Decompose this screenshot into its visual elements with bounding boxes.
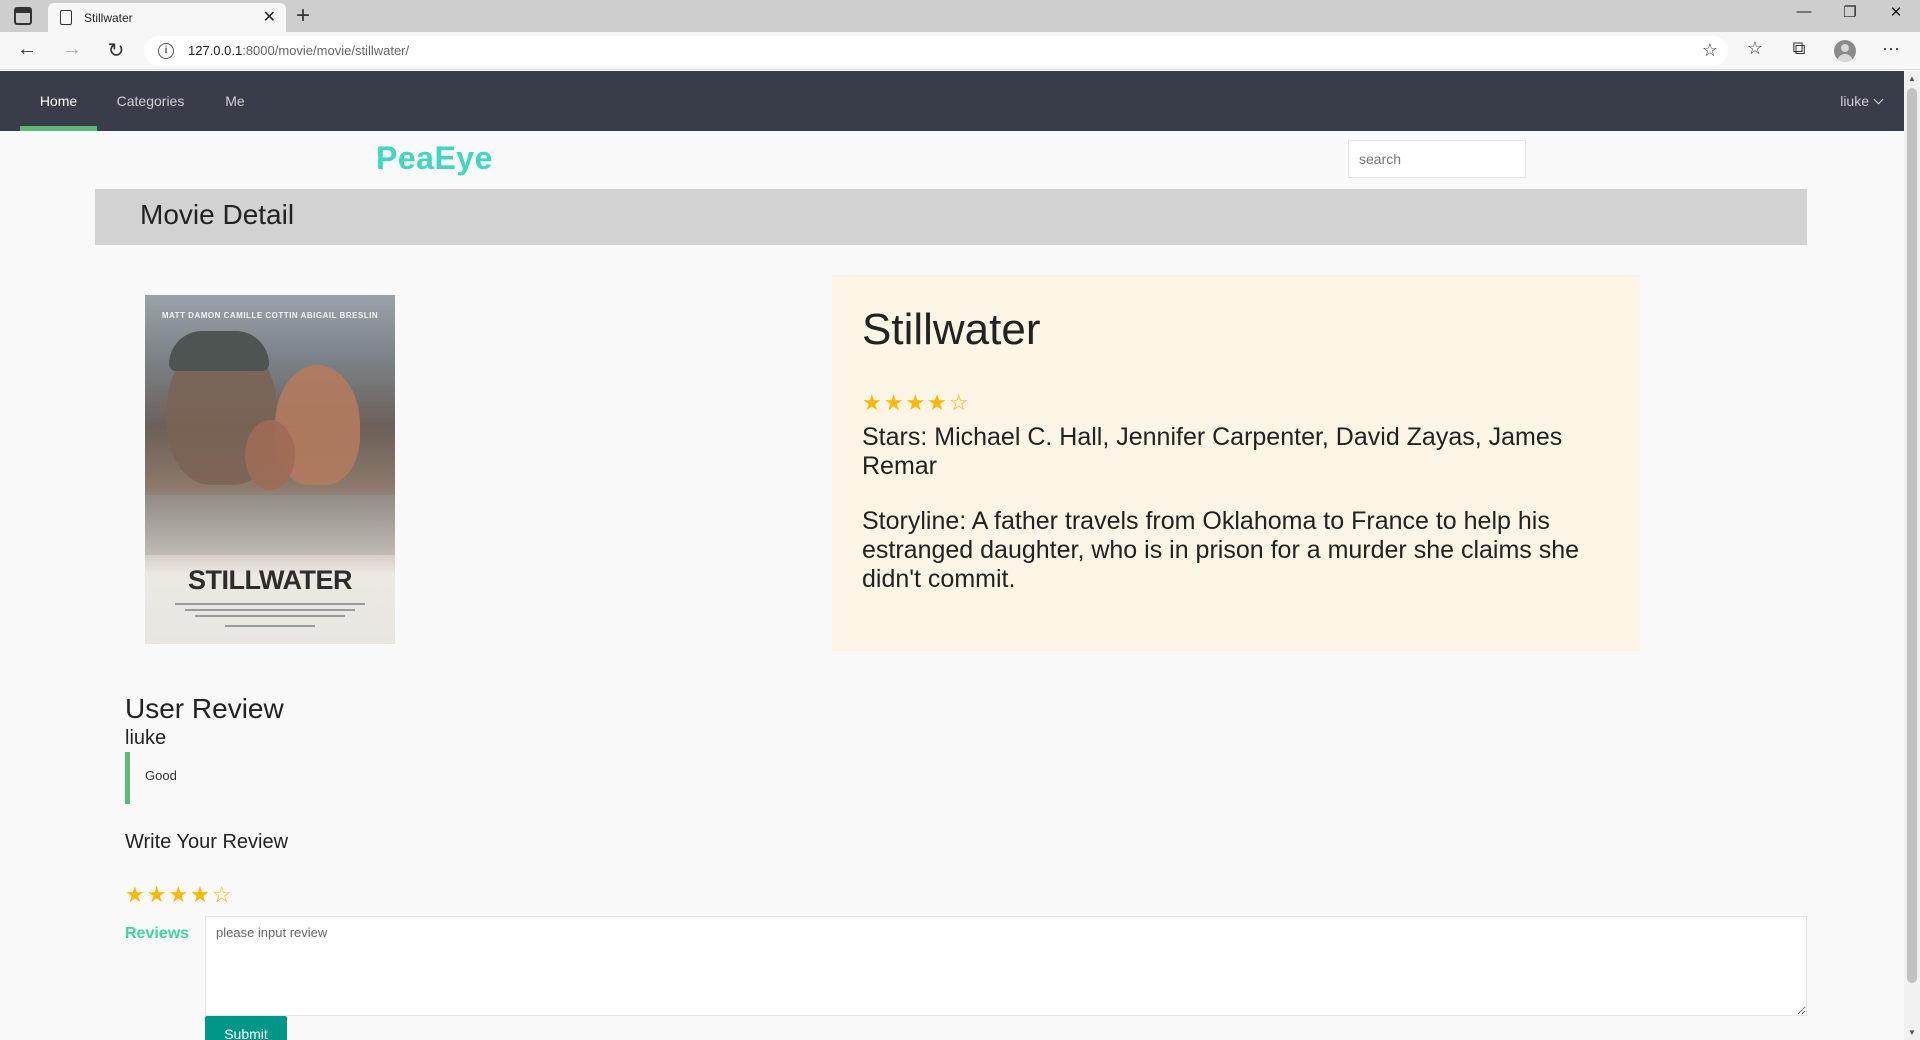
site-navbar: Home Categories Me liuke [0, 71, 1904, 131]
profile-avatar[interactable] [1834, 40, 1856, 62]
collections-icon[interactable]: ⧉ [1786, 38, 1812, 59]
user-review-heading: User Review [125, 693, 284, 724]
restore-icon[interactable]: ❐ [1838, 3, 1862, 21]
url-text[interactable]: 127.0.0.1:8000/movie/movie/stillwater/ [188, 43, 409, 58]
browser-tab-strip: Stillwater ✕ + — ❐ ✕ [0, 0, 1920, 32]
page-viewport: Home Categories Me liuke PeaEye Movie De… [0, 71, 1904, 1040]
tab-title: Stillwater [84, 11, 133, 25]
movie-detail-header: Movie Detail [95, 189, 1807, 245]
nav-active-indicator [20, 126, 97, 131]
scrollbar-thumb[interactable] [1907, 88, 1917, 983]
poster-fine-print [185, 609, 355, 611]
poster-title: STILLWATER [188, 565, 353, 595]
url-host: 127.0.0.1 [188, 43, 243, 58]
favorites-icon[interactable]: ☆ [1742, 38, 1768, 59]
nav-home[interactable]: Home [20, 71, 97, 131]
review-textarea[interactable] [205, 916, 1807, 1016]
page-scrollbar[interactable]: ▲ ▼ [1904, 71, 1920, 1040]
review-author: liuke [125, 727, 167, 749]
poster-fine-print [225, 625, 315, 627]
movie-title: Stillwater [862, 305, 1041, 354]
review-text: Good [125, 752, 525, 804]
nav-me[interactable]: Me [212, 71, 258, 131]
browser-tab-active[interactable]: Stillwater ✕ [48, 3, 286, 32]
movie-poster: MATT DAMON CAMILLE COTTIN ABIGAIL BRESLI… [145, 295, 395, 644]
poster-cap [169, 331, 269, 371]
browser-toolbar: ← → ↻ i 127.0.0.1:8000/movie/movie/still… [0, 32, 1920, 70]
scroll-down-icon[interactable]: ▼ [1908, 1028, 1916, 1037]
poster-credits: MATT DAMON CAMILLE COTTIN ABIGAIL BRESLI… [161, 311, 379, 320]
search-input[interactable] [1348, 140, 1526, 178]
user-menu[interactable]: liuke [1840, 71, 1884, 131]
forward-icon[interactable]: → [60, 38, 84, 61]
chevron-down-icon [1873, 94, 1884, 105]
address-bar[interactable]: i 127.0.0.1:8000/movie/movie/stillwater/… [144, 36, 1728, 66]
site-info-icon[interactable]: i [158, 43, 174, 59]
page-icon [60, 10, 72, 25]
reviews-label: Reviews [125, 925, 190, 942]
movie-info-card: Stillwater ★★★★☆ Stars: Michael C. Hall,… [832, 275, 1640, 651]
user-name: liuke [1840, 93, 1869, 109]
scroll-up-icon[interactable]: ▲ [1908, 74, 1916, 83]
tab-close-icon[interactable]: ✕ [263, 7, 276, 27]
reload-icon[interactable]: ↻ [104, 38, 128, 63]
write-review-heading: Write Your Review [125, 831, 289, 853]
nav-categories[interactable]: Categories [108, 71, 193, 131]
new-tab-icon[interactable]: + [296, 2, 310, 30]
page-title: Movie Detail [140, 199, 295, 230]
movie-rating-stars: ★★★★☆ [862, 390, 971, 415]
more-menu-icon[interactable]: ··· [1878, 38, 1904, 59]
tab-actions-icon[interactable] [14, 7, 32, 25]
back-icon[interactable]: ← [15, 38, 39, 61]
poster-figure-girl [245, 420, 295, 490]
favorite-star-icon[interactable]: ☆ [1702, 40, 1718, 61]
poster-cityscape [145, 495, 395, 555]
poster-fine-print [175, 603, 365, 605]
url-path: :8000/movie/movie/stillwater/ [242, 43, 410, 58]
submit-button[interactable]: Submit [205, 1016, 287, 1040]
site-logo[interactable]: PeaEye [376, 140, 493, 177]
movie-stars: Stars: Michael C. Hall, Jennifer Carpent… [862, 423, 1563, 480]
window-close-icon[interactable]: ✕ [1884, 3, 1908, 21]
minimize-icon[interactable]: — [1792, 3, 1816, 20]
rating-star-input[interactable]: ★★★★☆ [125, 882, 234, 908]
movie-storyline: Storyline: A father travels from Oklahom… [862, 507, 1580, 593]
poster-fine-print [195, 615, 345, 617]
